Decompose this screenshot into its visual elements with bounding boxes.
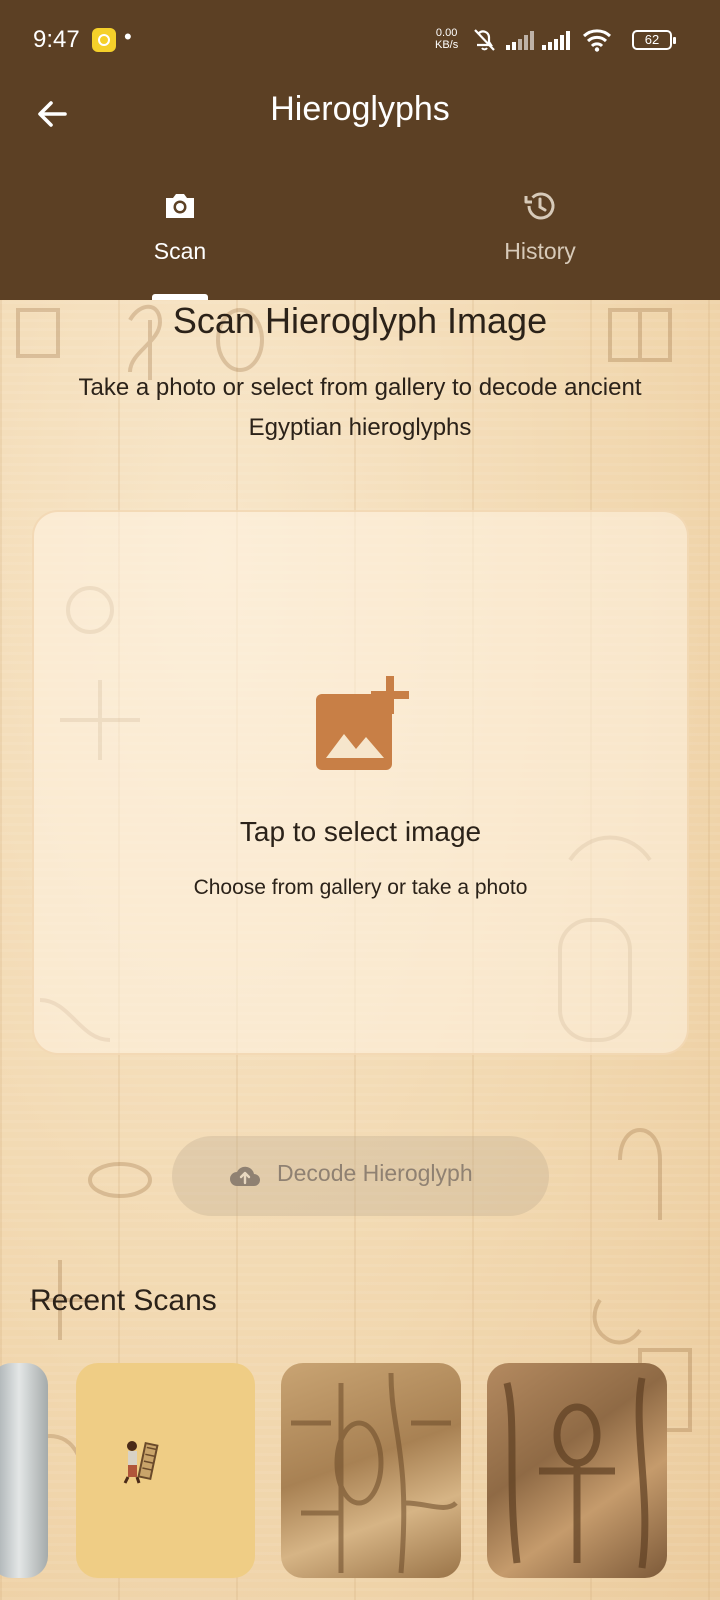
section-heading: Scan Hieroglyph Image [172,300,548,341]
recent-scan-thumbnail[interactable] [281,1363,461,1578]
network-speed-value: 0.00 [435,27,458,39]
network-speed: 0.00 KB/s [435,27,458,51]
status-bar: 9:47 • 0.00 KB/s 62 [0,0,720,82]
section-subtitle: Take a photo or select from gallery to d… [78,374,642,441]
network-speed-unit: KB/s [435,39,459,51]
history-icon [524,192,555,220]
app-header: 9:47 • 0.00 KB/s 62 Hieroglyphs Scan His… [0,0,720,300]
image-picker-card[interactable]: Tap to select image Choose from gallery … [32,510,689,1055]
tab-history[interactable]: History [360,176,720,300]
signal-icon [542,31,570,50]
recent-scan-thumbnail[interactable] [0,1363,48,1578]
tab-scan[interactable]: Scan [0,176,360,300]
wifi-icon [582,29,612,52]
picker-subtitle: Choose from gallery or take a photo [193,876,528,899]
add-photo-icon [316,676,409,770]
decode-button[interactable]: Decode Hieroglyph [172,1136,549,1216]
picker-title: Tap to select image [239,816,482,847]
battery-icon: 62 [632,30,676,50]
signal-icon [506,31,534,50]
recent-scans-heading: Recent Scans [30,1284,217,1317]
carving-texture [291,1372,458,1574]
mute-icon [474,29,495,51]
recent-scan-thumbnail[interactable] [76,1363,255,1578]
cloud-upload-icon [230,1166,260,1186]
scribe-figure-icon [123,1441,159,1484]
camera-icon [166,194,194,218]
notification-icon [92,28,116,52]
ankh-carving-icon [503,1377,649,1569]
tab-bar: Scan History [0,176,720,300]
app-bar: Hieroglyphs [0,82,720,168]
status-dot: • [124,24,132,49]
page-title: Hieroglyphs [270,90,450,128]
decode-button-label: Decode Hieroglyph [277,1160,473,1186]
tab-scan-label: Scan [153,238,207,264]
recent-scan-thumbnail[interactable] [487,1363,667,1578]
status-icons: 62 [472,26,682,54]
status-time: 9:47 [33,26,80,53]
tab-history-label: History [504,238,576,264]
